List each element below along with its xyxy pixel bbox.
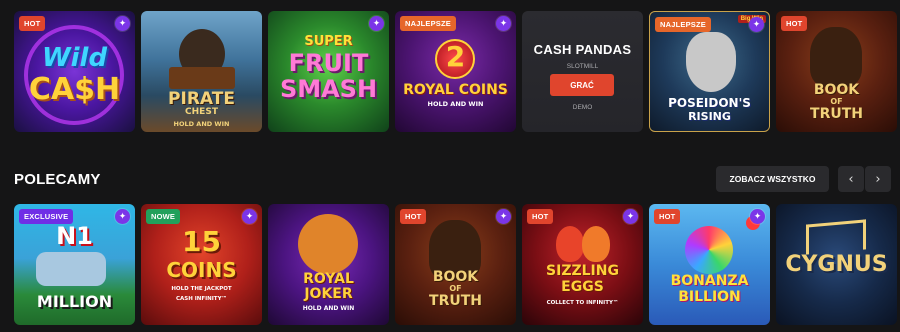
sparkle-icon[interactable]: ✦ (369, 16, 384, 31)
sparkle-icon[interactable]: ✦ (242, 209, 257, 224)
game-row-top: HOT ✦ Wild CA$H PIRATE CHEST HOLD AND WI… (14, 11, 897, 132)
game-subtitle: HOLD AND WIN (427, 100, 484, 108)
game-title-3: TRUTH (810, 106, 863, 122)
game-title: CASH PANDAS (533, 42, 632, 57)
game-title-3: SMASH (279, 75, 378, 103)
game-title: PIRATE (168, 89, 235, 109)
sparkle-icon[interactable]: ✦ (623, 209, 638, 224)
game-title: CYGNUS (785, 252, 888, 277)
sparkle-icon[interactable]: ✦ (496, 16, 511, 31)
poseidon-art (686, 32, 736, 92)
joker-art (298, 214, 358, 274)
game-title-2: OF (830, 97, 843, 106)
game-tile-sizzling-eggs[interactable]: HOT ✦ SIZZLING EGGS COLLECT TO INFINITY™ (522, 204, 643, 325)
hot-badge: HOT (654, 209, 681, 224)
game-title-2: FRUIT (288, 49, 369, 77)
game-title: ROYAL (303, 271, 354, 287)
car-art (36, 252, 106, 286)
game-title: POSEIDON'S (668, 96, 751, 110)
game-title: MILLION (36, 292, 113, 311)
game-tile-poseidons-rising[interactable]: NAJLEPSZE ✦ Big Win POSEIDON'S RISING (649, 11, 770, 132)
game-title: ROYAL COINS (403, 82, 508, 98)
hot-badge: HOT (400, 209, 427, 224)
chevron-right-icon[interactable]: › (865, 166, 891, 192)
demo-link[interactable]: DEMO (522, 104, 643, 111)
game-subtitle-2: CASH INFINITY™ (175, 296, 228, 302)
game-subtitle: HOLD THE JACKPOT (171, 286, 232, 292)
sparkle-icon[interactable]: ✦ (115, 209, 130, 224)
sparkle-icon[interactable]: ✦ (750, 209, 765, 224)
game-title-2: OF (449, 284, 462, 293)
hot-badge: HOT (19, 16, 46, 31)
sparkle-icon[interactable]: ✦ (496, 209, 511, 224)
game-tile-book-of-truth[interactable]: HOT BOOK OF TRUTH (776, 11, 897, 132)
game-title: BOOK (432, 269, 479, 285)
explorer-art (810, 27, 862, 87)
hot-badge: HOT (527, 209, 554, 224)
game-subtitle: COLLECT TO INFINITY™ (546, 300, 619, 306)
game-tile-super-fruit-smash[interactable]: ✦ SUPER FRUIT SMASH (268, 11, 389, 132)
top-badge: NAJLEPSZE (655, 17, 711, 32)
game-title: SUPER (304, 34, 353, 49)
game-number: 15 (182, 225, 221, 258)
game-title-2: EGGS (561, 279, 604, 295)
game-title-2: CHEST (185, 107, 218, 117)
game-tile-n1-million[interactable]: EXCLUSIVE ✦ N1 MILLION (14, 204, 135, 325)
game-tile-cash-pandas[interactable]: CASH PANDAS SLOTMILL GRAĆ DEMO (522, 11, 643, 132)
game-tile-wild-cash[interactable]: HOT ✦ Wild CA$H (14, 11, 135, 132)
game-title: BOOK (813, 82, 860, 98)
chevron-left-icon[interactable]: ‹ (838, 166, 864, 192)
sparkle-icon[interactable]: ✦ (749, 17, 764, 32)
game-title-2: CA$H (28, 72, 121, 107)
game-title: COINS (166, 258, 237, 282)
game-tile-royal-coins-2[interactable]: NAJLEPSZE ✦ 2 ROYAL COINS HOLD AND WIN (395, 11, 516, 132)
game-subtitle: HOLD AND WIN (302, 305, 355, 312)
chest-art (169, 67, 235, 89)
game-tile-royal-joker[interactable]: ROYAL JOKER HOLD AND WIN (268, 204, 389, 325)
game-tile-book-of-truth-2[interactable]: HOT ✦ BOOK OF TRUTH (395, 204, 516, 325)
game-number: 2 (445, 40, 466, 73)
game-title: Wild (41, 43, 108, 73)
egg-art-2 (582, 226, 610, 262)
game-tile-pirate-chest[interactable]: PIRATE CHEST HOLD AND WIN (141, 11, 262, 132)
game-title-2: JOKER (304, 286, 353, 302)
game-title-2: BILLION (678, 289, 741, 305)
exclusive-badge: EXCLUSIVE (19, 209, 74, 224)
game-title-2: RISING (688, 110, 731, 123)
game-title-3: TRUTH (429, 293, 482, 309)
egg-art (556, 226, 584, 262)
see-all-button[interactable]: ZOBACZ WSZYSTKO (716, 166, 829, 192)
play-button[interactable]: GRAĆ (550, 74, 614, 96)
game-title: SIZZLING (546, 263, 619, 279)
top-badge: NAJLEPSZE (400, 16, 456, 31)
game-tile-15-coins[interactable]: NOWE ✦ 15 COINS HOLD THE JACKPOT CASH IN… (141, 204, 262, 325)
candy-art (685, 226, 733, 274)
game-provider: SLOTMILL (566, 63, 599, 70)
game-tile-bonanza-billion[interactable]: HOT ✦ BONANZA BILLION (649, 204, 770, 325)
hot-badge: HOT (781, 16, 808, 31)
game-title: BONANZA (670, 273, 749, 289)
sparkle-icon[interactable]: ✦ (115, 16, 130, 31)
new-badge: NOWE (146, 209, 181, 224)
section-title: POLECAMY (14, 171, 101, 188)
game-subtitle: HOLD AND WIN (173, 120, 230, 128)
game-number: N1 (56, 222, 93, 250)
game-row-recommended: EXCLUSIVE ✦ N1 MILLION NOWE ✦ 15 COINS H… (14, 204, 897, 325)
wings-art (806, 219, 866, 255)
game-tile-cygnus[interactable]: CYGNUS (776, 204, 897, 325)
